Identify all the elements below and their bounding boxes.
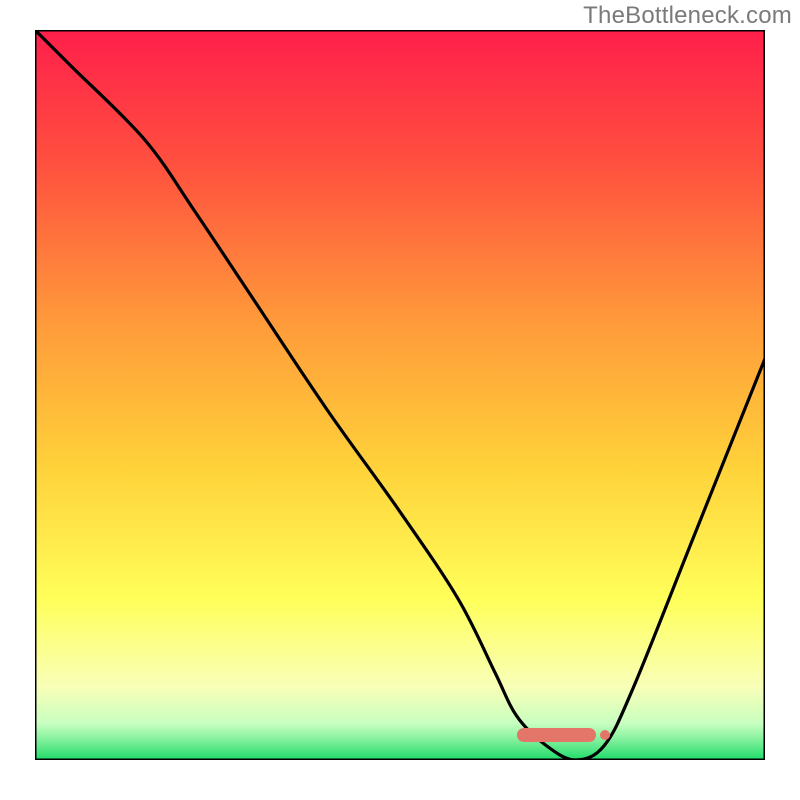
bottleneck-chart [35,30,765,760]
chart-svg [35,30,765,760]
watermark-text: TheBottleneck.com [583,2,792,30]
optimum-range-marker [517,728,597,742]
